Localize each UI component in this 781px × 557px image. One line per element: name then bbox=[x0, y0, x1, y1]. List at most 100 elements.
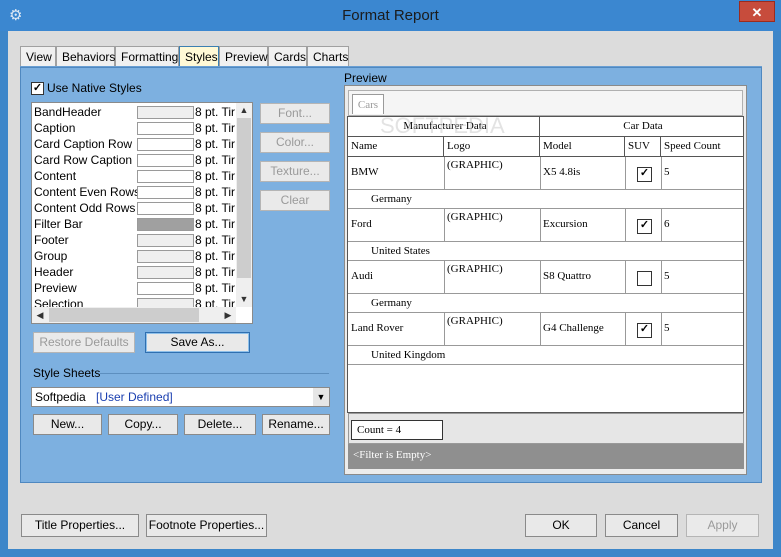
cell-model: Excursion bbox=[543, 218, 588, 230]
title-properties-button[interactable]: Title Properties... bbox=[21, 514, 139, 537]
cell-country: Germany bbox=[371, 297, 412, 309]
tab-cards[interactable]: Cards bbox=[268, 46, 307, 66]
cell-model: G4 Challenge bbox=[543, 322, 604, 334]
style-name: Card Caption Row bbox=[34, 137, 133, 151]
list-item[interactable]: Card Caption Row 8 pt. Tir bbox=[34, 136, 239, 152]
filter-bar: <Filter is Empty> bbox=[348, 444, 744, 469]
copy-style-sheet-button[interactable]: Copy... bbox=[108, 414, 178, 435]
restore-defaults-button[interactable]: Restore Defaults bbox=[33, 332, 135, 353]
new-style-sheet-button[interactable]: New... bbox=[33, 414, 102, 435]
list-item[interactable]: Preview 8 pt. Tir bbox=[34, 280, 239, 296]
suv-checkbox[interactable] bbox=[637, 271, 652, 286]
tab-styles[interactable]: Styles bbox=[179, 46, 219, 66]
cell-speed: 5 bbox=[664, 166, 670, 178]
cell-logo: (GRAPHIC) bbox=[447, 263, 503, 275]
scroll-up-icon[interactable]: ▲ bbox=[237, 103, 251, 117]
cell-name: Land Rover bbox=[351, 322, 404, 334]
delete-style-sheet-button[interactable]: Delete... bbox=[184, 414, 256, 435]
chevron-down-icon[interactable]: ▼ bbox=[313, 388, 329, 406]
column-header[interactable]: Speed Count bbox=[661, 137, 744, 157]
styles-list[interactable]: BandHeader 8 pt. Tir Caption 8 pt. Tir Card … bbox=[31, 102, 253, 324]
font-button[interactable]: Font... bbox=[260, 103, 330, 124]
clear-button[interactable]: Clear bbox=[260, 190, 330, 211]
cell-name: Audi bbox=[351, 270, 373, 282]
style-font: 8 pt. Tir bbox=[195, 153, 236, 167]
column-divider bbox=[540, 261, 541, 293]
style-name: Card Row Caption bbox=[34, 153, 133, 167]
column-divider bbox=[625, 261, 626, 293]
style-swatch bbox=[137, 170, 194, 183]
scroll-down-icon[interactable]: ▼ bbox=[237, 292, 251, 306]
style-sheets-label: Style Sheets bbox=[33, 366, 101, 380]
list-item[interactable]: Caption 8 pt. Tir bbox=[34, 120, 239, 136]
style-swatch bbox=[137, 218, 194, 231]
list-item[interactable]: Content Even Rows 8 pt. Tir bbox=[34, 184, 239, 200]
column-divider bbox=[661, 261, 662, 293]
footnote-properties-button[interactable]: Footnote Properties... bbox=[146, 514, 267, 537]
style-name: Header bbox=[34, 265, 74, 279]
save-as-button[interactable]: Save As... bbox=[145, 332, 250, 353]
style-sheet-type: [User Defined] bbox=[96, 390, 173, 404]
cell-speed: 5 bbox=[664, 270, 670, 282]
tab-preview[interactable]: Preview bbox=[219, 46, 268, 66]
column-divider bbox=[661, 209, 662, 241]
apply-button[interactable]: Apply bbox=[686, 514, 759, 537]
column-header[interactable]: SUV bbox=[625, 137, 661, 157]
column-divider bbox=[625, 313, 626, 345]
scroll-right-icon[interactable]: ▶ bbox=[221, 308, 235, 322]
style-swatch bbox=[137, 202, 194, 215]
tab-behaviors[interactable]: Behaviors bbox=[56, 46, 115, 66]
style-font: 8 pt. Tir bbox=[195, 217, 236, 231]
texture-button[interactable]: Texture... bbox=[260, 161, 330, 182]
column-divider bbox=[444, 313, 445, 345]
column-header[interactable]: Logo bbox=[444, 137, 540, 157]
tab-charts[interactable]: Charts bbox=[307, 46, 349, 66]
styles-list-hscroll-thumb[interactable] bbox=[49, 308, 199, 322]
column-divider bbox=[444, 209, 445, 241]
list-item[interactable]: Footer 8 pt. Tir bbox=[34, 232, 239, 248]
list-item[interactable]: Filter Bar 8 pt. Tir bbox=[34, 216, 239, 232]
footer-count: Count = 4 bbox=[351, 420, 443, 440]
use-native-styles-label: Use Native Styles bbox=[47, 81, 142, 95]
list-item[interactable]: Content Odd Rows 8 pt. Tir bbox=[34, 200, 239, 216]
style-swatch bbox=[137, 186, 194, 199]
scroll-left-icon[interactable]: ◀ bbox=[33, 308, 47, 322]
cancel-button[interactable]: Cancel bbox=[605, 514, 678, 537]
suv-checkbox[interactable]: ✓ bbox=[637, 323, 652, 338]
tab-formatting[interactable]: Formatting bbox=[115, 46, 179, 66]
rename-style-sheet-button[interactable]: Rename... bbox=[262, 414, 330, 435]
list-item[interactable]: BandHeader 8 pt. Tir bbox=[34, 104, 239, 120]
list-item[interactable]: Group 8 pt. Tir bbox=[34, 248, 239, 264]
column-header[interactable]: Model bbox=[540, 137, 625, 157]
style-swatch bbox=[137, 234, 194, 247]
suv-checkbox[interactable]: ✓ bbox=[637, 167, 652, 182]
style-font: 8 pt. Tir bbox=[195, 233, 236, 247]
watermark: SOFTPEDIA bbox=[380, 113, 505, 138]
style-name: Content Even Rows bbox=[34, 185, 141, 199]
style-swatch bbox=[137, 106, 194, 119]
column-divider bbox=[625, 157, 626, 189]
band-header-car: Car Data bbox=[540, 117, 743, 137]
styles-list-vscroll-thumb[interactable] bbox=[237, 118, 251, 278]
preview-tab-cars[interactable]: Cars bbox=[352, 94, 384, 114]
tab-view[interactable]: View bbox=[20, 46, 56, 66]
cell-speed: 5 bbox=[664, 322, 670, 334]
list-item[interactable]: Header 8 pt. Tir bbox=[34, 264, 239, 280]
style-font: 8 pt. Tir bbox=[195, 281, 236, 295]
list-item[interactable]: Content 8 pt. Tir bbox=[34, 168, 239, 184]
column-divider bbox=[540, 313, 541, 345]
ok-button[interactable]: OK bbox=[525, 514, 597, 537]
column-header[interactable]: Name bbox=[348, 137, 444, 157]
preview-label: Preview bbox=[344, 71, 387, 85]
style-font: 8 pt. Tir bbox=[195, 105, 236, 119]
style-font: 8 pt. Tir bbox=[195, 169, 236, 183]
use-native-styles-checkbox[interactable]: ✓ bbox=[31, 82, 44, 95]
style-font: 8 pt. Tir bbox=[195, 137, 236, 151]
list-item[interactable]: Card Row Caption 8 pt. Tir bbox=[34, 152, 239, 168]
column-divider bbox=[444, 261, 445, 293]
style-swatch bbox=[137, 138, 194, 151]
color-button[interactable]: Color... bbox=[260, 132, 330, 153]
cell-logo: (GRAPHIC) bbox=[447, 159, 503, 171]
close-button[interactable]: ✕ bbox=[739, 1, 775, 22]
suv-checkbox[interactable]: ✓ bbox=[637, 219, 652, 234]
